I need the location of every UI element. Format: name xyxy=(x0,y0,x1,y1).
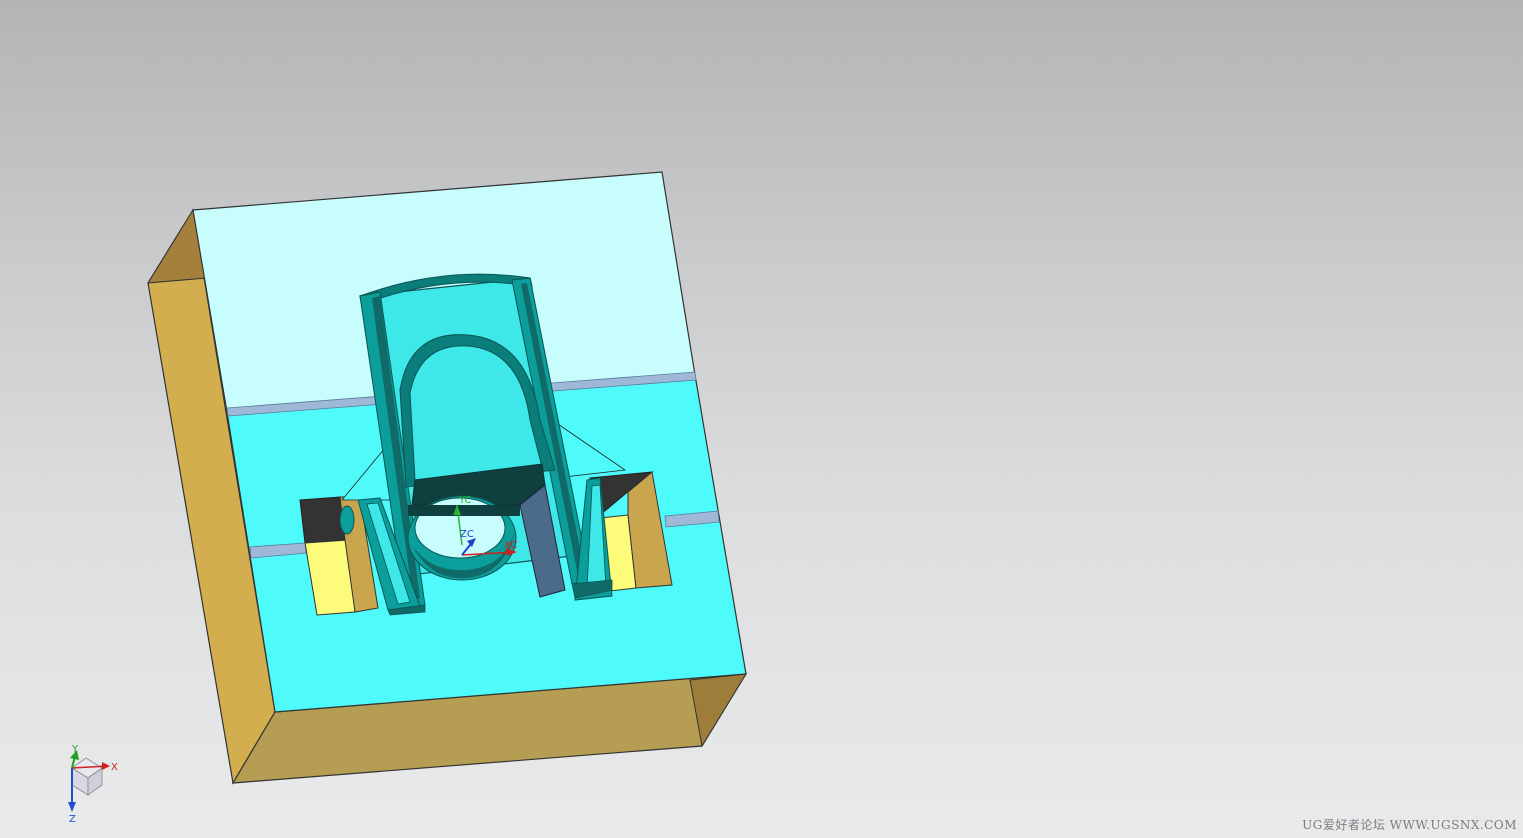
view-triad-y-label: Y xyxy=(71,744,79,755)
left-pocket-dark-wall xyxy=(299,496,346,544)
view-triad-z-label: Z xyxy=(69,814,76,825)
wcs-yc-label: YC xyxy=(458,495,472,506)
model-canvas[interactable]: YC XC ZC X Y Z xyxy=(0,0,1523,838)
graphics-viewport[interactable]: YC XC ZC X Y Z UG爱好者论坛 WWW.UGSNX.COM xyxy=(0,0,1523,838)
forum-watermark: UG爱好者论坛 WWW.UGSNX.COM xyxy=(1302,818,1517,832)
wcs-zc-label: ZC xyxy=(460,529,474,540)
view-triad-x-label: X xyxy=(111,762,118,773)
view-triad[interactable]: X Y Z xyxy=(68,744,118,825)
view-triad-z-arrow xyxy=(68,802,76,812)
core-hole-cover xyxy=(408,505,520,516)
view-triad-x-arrow xyxy=(102,762,110,770)
wcs-xc-label: XC xyxy=(504,540,517,551)
left-pocket-boss xyxy=(339,505,355,535)
